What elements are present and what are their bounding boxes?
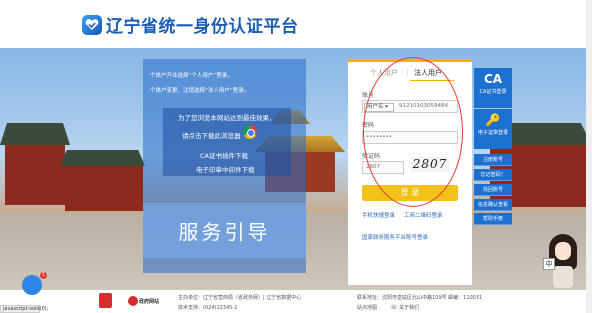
mascot-face xyxy=(555,242,571,260)
mascot-language-bubble[interactable]: 中 xyxy=(543,258,555,270)
browser-notice-text: 为了您浏览本网站达到最佳效果， xyxy=(178,114,276,122)
palace-roof-left xyxy=(0,123,70,145)
ca-certificate-icon: CA xyxy=(483,72,503,86)
qrcode-login-link[interactable]: 工商二维码登录 xyxy=(404,211,443,219)
service-guide-button[interactable]: 服务引导 xyxy=(143,203,306,258)
seal-middleware-download-link[interactable]: 电子印章中间件下载 xyxy=(196,164,255,174)
notification-badge: 1 xyxy=(40,272,47,279)
phone-login-link[interactable]: 手机快捷登录 xyxy=(362,211,395,219)
twitter-bird-icon[interactable] xyxy=(22,275,42,295)
site-title: 辽宁省统一身份认证平台 xyxy=(106,17,299,37)
e-seal-login-label: 电子证章登录 xyxy=(477,130,508,136)
footer-host: 主办单位：辽宁省营商局（省政务网）| 辽宁省数据中心 xyxy=(178,295,302,301)
phone-icon: ☏ xyxy=(390,304,398,311)
forgot-password-link[interactable]: 忘记密码？ xyxy=(474,169,512,181)
info-confirm-link[interactable]: 信息确认查看 xyxy=(474,199,512,211)
assistant-mascot[interactable]: 中 xyxy=(543,232,583,290)
status-bar-url: javascript:void(0); xyxy=(0,305,48,313)
party-emblem-icon[interactable] xyxy=(99,293,112,308)
contact-us-link[interactable]: ☏ 关于我们 xyxy=(390,304,419,311)
contact-us-label: 关于我们 xyxy=(399,305,420,311)
site-logo[interactable]: 辽宁省统一身份认证平台 xyxy=(82,12,299,37)
highlight-circle xyxy=(363,57,463,207)
ca-login-button[interactable]: CA CA证书登录 xyxy=(474,68,512,108)
notice-line-2: 个体户变更、注销选择“法人用户”登录。 xyxy=(150,88,250,94)
browser-download-link[interactable]: 请点击下载此浏览器 xyxy=(182,130,241,140)
vertical-scrollbar[interactable] xyxy=(586,0,592,313)
heart-check-icon xyxy=(82,14,102,35)
palace-roof-left-2 xyxy=(60,150,145,166)
find-account-link[interactable]: 找回账号 xyxy=(474,184,512,196)
palace-wall-left-2 xyxy=(65,166,143,211)
usb-key-icon: 🔑 xyxy=(485,113,501,127)
e-seal-login-button[interactable]: 🔑 电子证章登录 xyxy=(474,109,512,149)
gov-site-icon[interactable] xyxy=(128,296,138,306)
ca-plugin-download-link[interactable]: CA证书插件下载 xyxy=(200,150,248,160)
footer-phone: 技术支持：(024)12345-2 xyxy=(178,305,238,311)
site-map-link[interactable]: 站点地图 xyxy=(357,304,377,311)
register-link[interactable]: 注册账号 xyxy=(474,154,512,166)
help-manual-link[interactable]: 帮助手册 xyxy=(474,213,512,225)
palace-wall-left xyxy=(5,145,65,205)
header: 辽宁省统一身份认证平台 xyxy=(0,0,592,48)
notice-line-1: 个体户开业选择“个人用户”登录， xyxy=(150,73,233,79)
mascot-body xyxy=(553,266,573,288)
footer-address: 联系地址：沈阳市皇姑区北山中路109号 邮编：110031 xyxy=(357,295,483,301)
chrome-icon[interactable] xyxy=(243,125,257,139)
ca-login-label: CA证书登录 xyxy=(479,89,507,95)
gov-site-label[interactable]: 政府网站 xyxy=(139,298,159,305)
national-account-login-link[interactable]: 国家政务服务平台账号登录 xyxy=(362,233,428,241)
